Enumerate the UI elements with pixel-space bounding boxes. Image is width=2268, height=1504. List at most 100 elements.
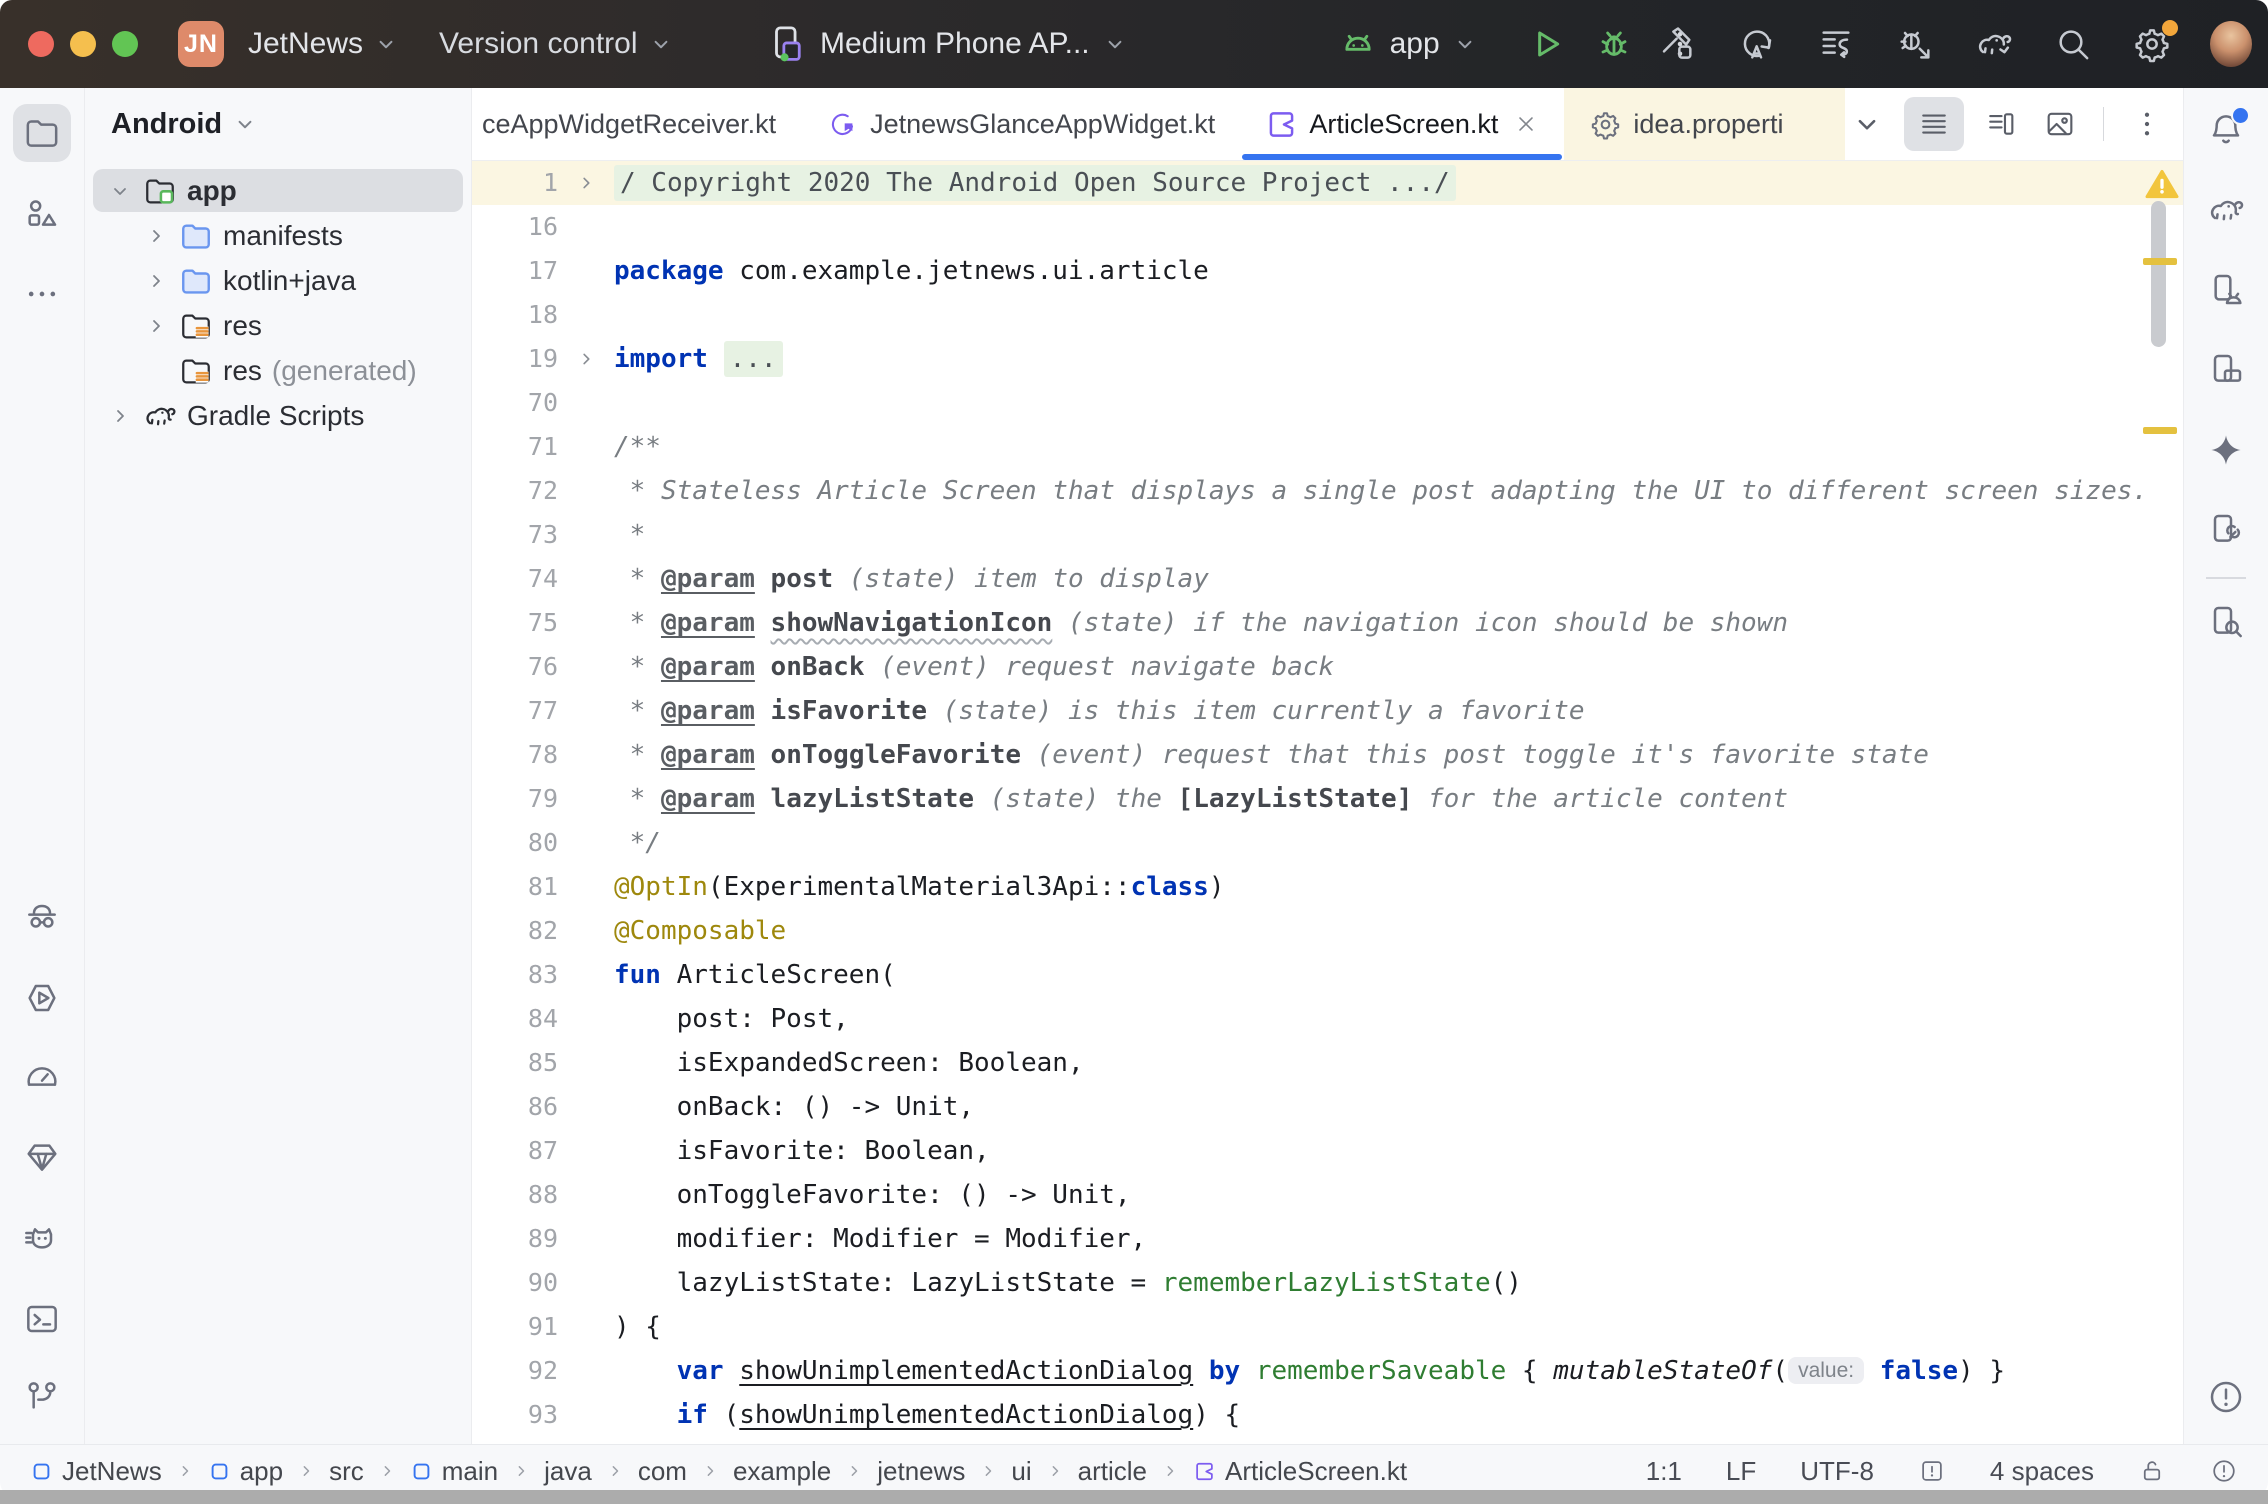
code-line-17[interactable]: 17package com.example.jetnews.ui.article [472,249,2183,293]
settings-button[interactable] [2131,23,2173,65]
code-line-19[interactable]: 19import ... [472,337,2183,381]
terminal-tool-button[interactable] [13,1290,71,1348]
gradle-tool-button[interactable] [2197,181,2255,239]
code-line-92[interactable]: 92 var showUnimplementedActionDialog by … [472,1349,2183,1393]
fold-chevron-icon[interactable] [558,337,614,381]
inspections-warning-icon[interactable] [2143,166,2181,202]
vcs-menu[interactable]: Version control [439,27,673,61]
run-button[interactable] [1526,24,1566,64]
tab-idea-properties[interactable]: idea.properti [1564,88,1845,160]
more-tool-windows-button[interactable] [13,265,71,323]
breadcrumb-item-example[interactable]: example [733,1456,831,1487]
code-line-74[interactable]: 74 * @param post (state) item to display [472,557,2183,601]
code-line-91[interactable]: 91) { [472,1305,2183,1349]
attach-debugger-button[interactable] [1894,23,1936,65]
scrollbar-warning-mark[interactable] [2143,258,2177,265]
logcat-tool-button[interactable] [13,1210,71,1268]
profiler-tool-button[interactable] [13,1048,71,1106]
code-line-76[interactable]: 76 * @param onBack (event) request navig… [472,645,2183,689]
running-devices-tool-button[interactable] [2197,341,2255,399]
close-tab-button[interactable] [1513,111,1539,137]
apply-changes-button[interactable] [1736,23,1778,65]
breadcrumb-item-src[interactable]: src [329,1456,364,1487]
device-manager-tool-button[interactable] [2197,261,2255,319]
tree-item-res[interactable]: res(generated) [85,348,471,393]
code-line-83[interactable]: 83fun ArticleScreen( [472,953,2183,997]
app-inspection-tool-button[interactable] [13,888,71,946]
code-line-1[interactable]: 1/ Copyright 2020 The Android Open Sourc… [472,161,2183,205]
chevron-right-icon[interactable] [141,311,171,341]
build-button[interactable] [1657,23,1699,65]
code-line-79[interactable]: 79 * @param lazyListState (state) the [L… [472,777,2183,821]
tree-item-kotlin-java[interactable]: kotlin+java [85,258,471,303]
line-separator[interactable]: LF [1726,1456,1756,1487]
project-menu[interactable]: JetNews [248,27,399,61]
close-window-button[interactable] [28,31,54,57]
chevron-down-icon[interactable] [105,176,135,206]
indent-style[interactable]: 4 spaces [1990,1456,2094,1487]
code-line-72[interactable]: 72 * Stateless Article Screen that displ… [472,469,2183,513]
caret-position[interactable]: 1:1 [1646,1456,1682,1487]
tab-glanceappwidgetreceiver[interactable]: ceAppWidgetReceiver.kt [472,88,801,160]
project-tool-button[interactable] [13,104,71,162]
problems-indicator[interactable] [2210,1457,2238,1485]
gemini-tool-button[interactable] [2197,421,2255,479]
code-line-86[interactable]: 86 onBack: () -> Unit, [472,1085,2183,1129]
chevron-right-icon[interactable] [141,221,171,251]
code-line-85[interactable]: 85 isExpandedScreen: Boolean, [472,1041,2183,1085]
gradle-sync-button[interactable] [1973,23,2015,65]
code-line-73[interactable]: 73 * [472,513,2183,557]
minimize-window-button[interactable] [70,31,96,57]
editor-scrollbar[interactable] [2151,201,2166,347]
breadcrumb-item-com[interactable]: com [638,1456,687,1487]
profiler-actions-button[interactable] [1815,23,1857,65]
zoom-window-button[interactable] [112,31,138,57]
view-mode-preview-button[interactable] [2038,102,2082,146]
tab-articlescreen[interactable]: ArticleScreen.kt [1240,88,1564,160]
breadcrumb-item-ui[interactable]: ui [1011,1456,1031,1487]
tree-item-manifests[interactable]: manifests [85,213,471,258]
tree-item-app[interactable]: app [85,168,471,213]
code-line-89[interactable]: 89 modifier: Modifier = Modifier, [472,1217,2183,1261]
file-encoding[interactable]: UTF-8 [1800,1456,1874,1487]
user-avatar[interactable] [2210,23,2252,65]
inspections-widget[interactable] [1918,1457,1946,1485]
tree-item-res[interactable]: res [85,303,471,348]
device-mirroring-tool-button[interactable] [2197,501,2255,559]
code-line-81[interactable]: 81@OptIn(ExperimentalMaterial3Api::class… [472,865,2183,909]
code-line-71[interactable]: 71/** [472,425,2183,469]
code-line-93[interactable]: 93 if (showUnimplementedActionDialog) { [472,1393,2183,1437]
resource-manager-tool-button[interactable] [13,185,71,243]
fold-chevron-icon[interactable] [558,161,614,205]
file-writable-toggle[interactable] [2138,1457,2166,1485]
breadcrumb-item-article[interactable]: article [1078,1456,1147,1487]
view-mode-code-button[interactable] [1904,97,1964,151]
breadcrumb-item-jetnews[interactable]: JetNews [30,1456,162,1487]
code-line-87[interactable]: 87 isFavorite: Boolean, [472,1129,2183,1173]
version-control-tool-button[interactable] [13,1368,71,1426]
project-view-selector[interactable]: Android [85,102,471,146]
chevron-right-icon[interactable] [105,401,135,431]
tab-jetnewsglanceappwidget[interactable]: JetnewsGlanceAppWidget.kt [801,88,1240,160]
code-line-78[interactable]: 78 * @param onToggleFavorite (event) req… [472,733,2183,777]
problems-tool-button[interactable] [2197,1368,2255,1426]
notifications-button[interactable] [2197,101,2255,159]
code-line-75[interactable]: 75 * @param showNavigationIcon (state) i… [472,601,2183,645]
code-editor[interactable]: 1/ Copyright 2020 The Android Open Sourc… [472,161,2183,1444]
view-mode-split-button[interactable] [1979,102,2023,146]
code-line-18[interactable]: 18 [472,293,2183,337]
tab-list-dropdown-button[interactable] [1845,102,1889,146]
code-line-90[interactable]: 90 lazyListState: LazyListState = rememb… [472,1261,2183,1305]
chevron-right-icon[interactable] [141,266,171,296]
code-line-88[interactable]: 88 onToggleFavorite: () -> Unit, [472,1173,2183,1217]
debug-button[interactable] [1594,24,1634,64]
run-configuration-selector[interactable]: app [1338,24,1478,64]
breadcrumb-item-articlescreen-kt[interactable]: ArticleScreen.kt [1193,1456,1407,1487]
breadcrumb-item-java[interactable]: java [544,1456,592,1487]
search-everywhere-button[interactable] [2052,23,2094,65]
code-line-80[interactable]: 80 */ [472,821,2183,865]
code-line-82[interactable]: 82@Composable [472,909,2183,953]
code-line-16[interactable]: 16 [472,205,2183,249]
scrollbar-warning-mark[interactable] [2143,427,2177,434]
app-quality-insights-tool-button[interactable] [13,1128,71,1186]
